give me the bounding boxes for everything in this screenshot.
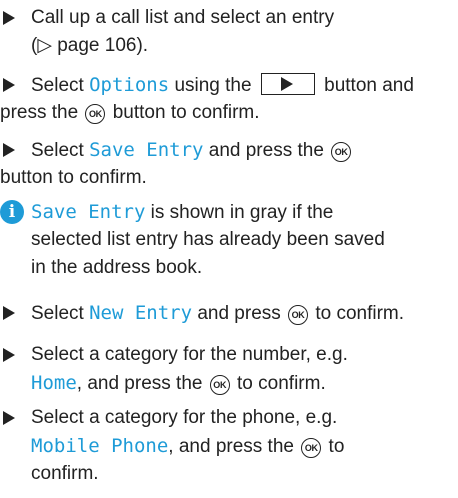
info-note: i Save Entry is shown in gray if the sel… xyxy=(0,198,452,282)
step-2-text: button and xyxy=(324,75,414,96)
ok-button-icon: OK xyxy=(331,142,352,162)
ok-button-icon: OK xyxy=(85,104,106,124)
note-text: is shown in gray if the xyxy=(145,202,334,223)
step-2-text: press the xyxy=(0,102,79,123)
step-3-text: and press the xyxy=(203,140,324,161)
step-5-text: , and press the xyxy=(76,373,203,394)
triangle-bullet-icon xyxy=(3,348,15,362)
save-entry-menu-label: Save Entry xyxy=(89,139,204,161)
step-2-text: button to confirm. xyxy=(112,102,260,123)
home-category-label: Home xyxy=(31,372,77,394)
triangle-bullet-icon xyxy=(3,78,15,92)
options-menu-label: Options xyxy=(89,74,170,96)
step-6-text: to xyxy=(328,436,345,457)
step-2: Select Options using the button and pres… xyxy=(0,71,452,127)
step-5: Select a category for the number, e.g. H… xyxy=(0,341,452,397)
step-6-line-3: confirm. xyxy=(31,463,99,484)
step-4-text: and press xyxy=(192,303,281,324)
step-3: Select Save Entry and press the OK butto… xyxy=(0,136,452,192)
ok-button-icon: OK xyxy=(288,305,309,325)
step-4: Select New Entry and press OK to confirm… xyxy=(0,299,452,327)
mobile-phone-category-label: Mobile Phone xyxy=(31,435,169,457)
step-2-text: Select xyxy=(31,75,90,96)
step-3-text: Select xyxy=(31,140,90,161)
ok-button-icon: OK xyxy=(209,375,230,395)
step-6-line-1: Select a category for the phone, e.g. xyxy=(31,407,338,428)
triangle-bullet-icon xyxy=(3,306,15,320)
step-4-text: to confirm. xyxy=(315,303,405,324)
right-arrow-button-icon xyxy=(260,73,315,95)
save-entry-menu-label: Save Entry xyxy=(31,201,146,223)
note-line-3: in the address book. xyxy=(31,257,203,278)
new-entry-menu-label: New Entry xyxy=(89,302,193,324)
step-2-text: using the xyxy=(169,75,252,96)
step-6-text: , and press the xyxy=(168,436,294,457)
triangle-bullet-icon xyxy=(3,411,15,425)
step-5-text: to confirm. xyxy=(237,373,326,394)
step-1: Call up a call list and select an entry … xyxy=(0,4,452,60)
note-line-2: selected list entry has already been sav… xyxy=(31,229,385,250)
info-icon: i xyxy=(0,200,24,224)
step-3-line-2: button to confirm. xyxy=(0,167,147,188)
ok-button-icon: OK xyxy=(301,438,322,458)
triangle-bullet-icon xyxy=(3,143,15,157)
step-1-line-1: Call up a call list and select an entry xyxy=(31,7,335,28)
step-6: Select a category for the phone, e.g. Mo… xyxy=(0,404,452,488)
triangle-bullet-icon xyxy=(3,11,15,25)
step-1-line-2: (▷ page 106). xyxy=(31,35,149,56)
step-4-text: Select xyxy=(31,303,90,324)
step-5-line-1: Select a category for the number, e.g. xyxy=(31,344,348,365)
